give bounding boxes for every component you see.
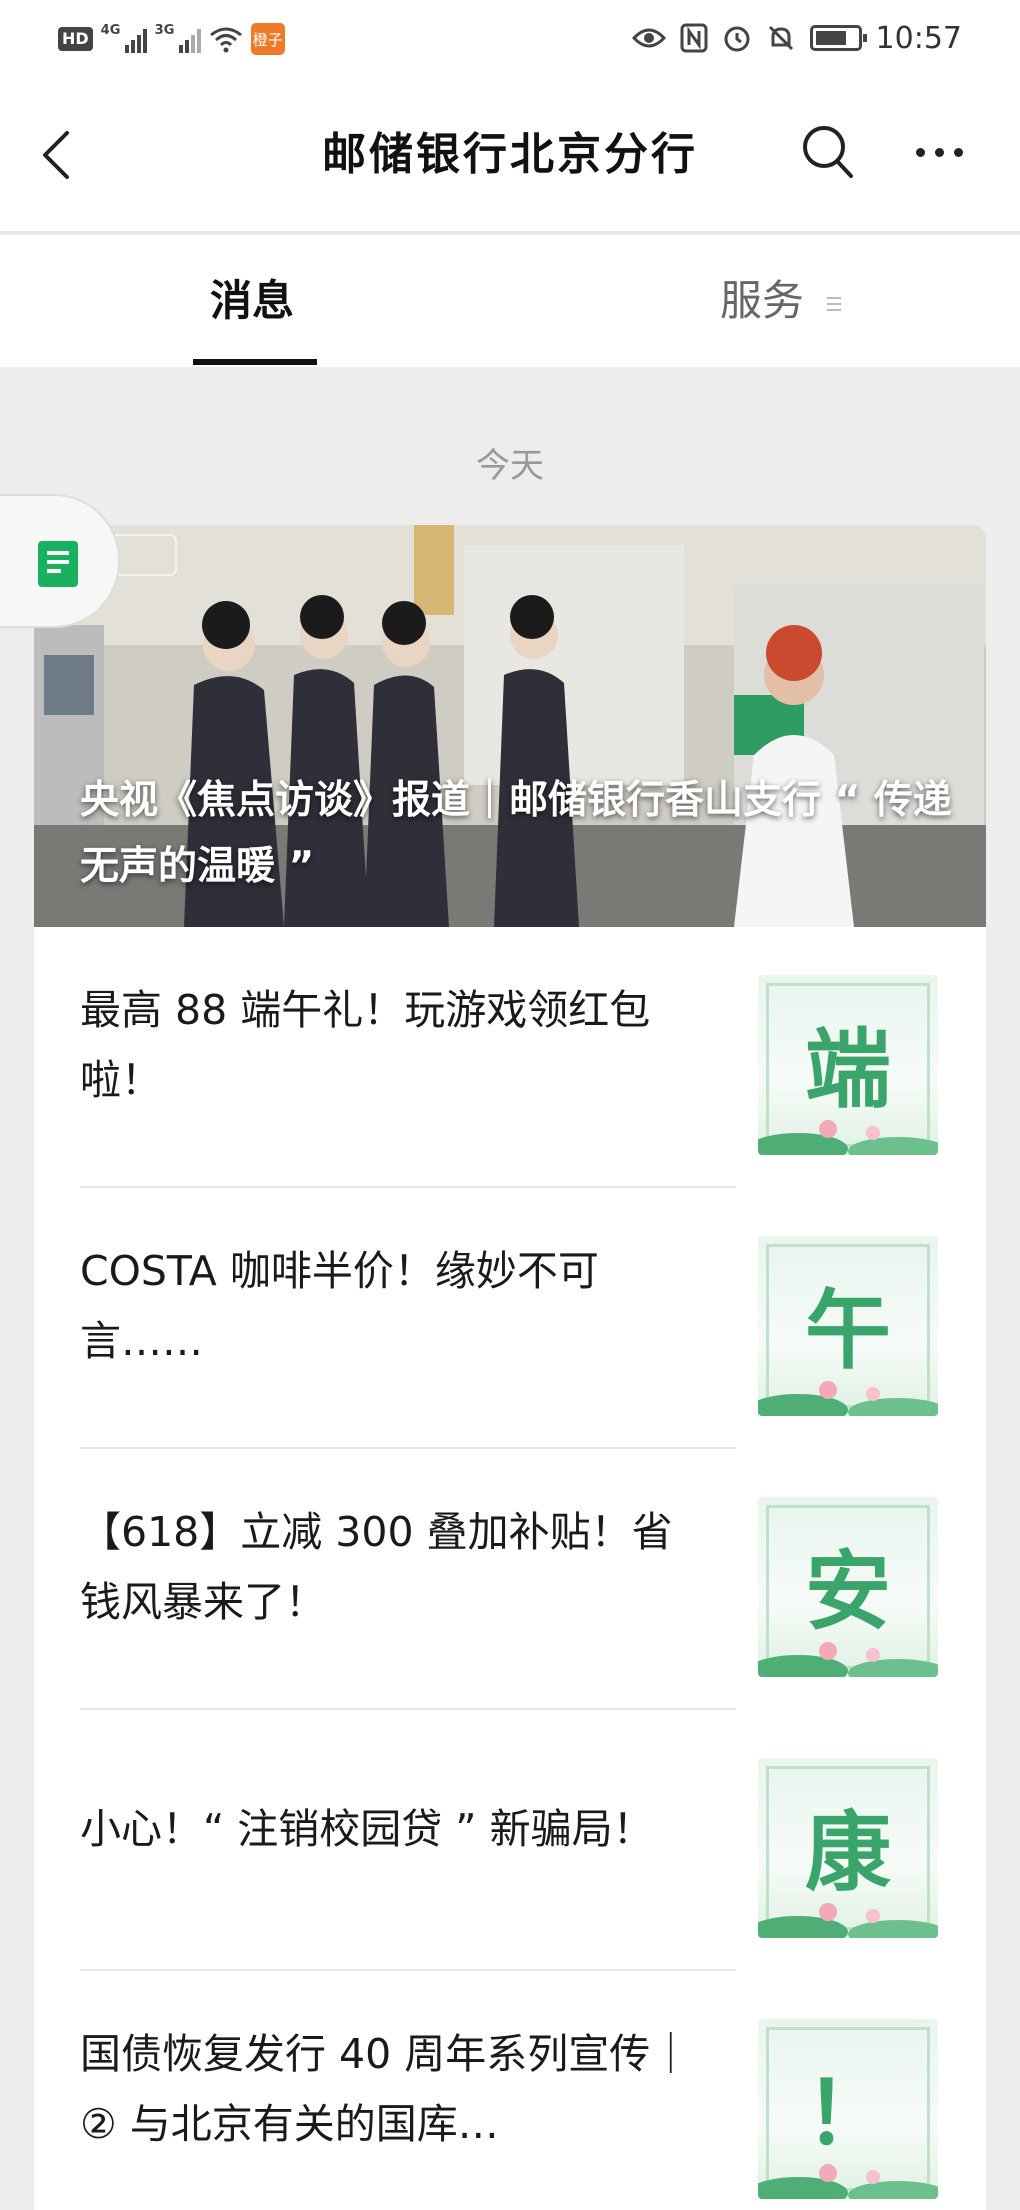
signal-icon-2: 3G	[154, 23, 201, 53]
wifi-icon	[209, 27, 242, 53]
more-dots-icon	[915, 147, 925, 157]
mute-bell-icon	[768, 25, 793, 51]
tab-active-indicator	[193, 359, 317, 365]
document-icon	[38, 541, 78, 587]
clock-time: 10:57	[875, 20, 962, 56]
app-notification-badge: 橙子	[250, 23, 285, 55]
article-item[interactable]: 最高 88 端午礼！玩游戏领红包啦！ 端	[80, 927, 980, 1188]
lotus-leaf-decoration	[758, 1381, 938, 1416]
article-thumbnail: 安	[758, 1497, 938, 1677]
article-thumbnail: 康	[758, 1758, 938, 1938]
nfc-icon	[680, 23, 708, 53]
article-item[interactable]: COSTA 咖啡半价！缘妙不可言…… 午	[80, 1188, 980, 1449]
network-type-2: 3G	[154, 23, 175, 38]
status-bar: HD 4G 3G 橙子 10:57	[0, 0, 1020, 80]
eye-icon	[631, 28, 666, 48]
article-thumbnail: ！	[758, 2019, 938, 2199]
hd-badge: HD	[58, 27, 93, 51]
network-type-1: 4G	[100, 23, 121, 38]
tab-bar: 消息 服务	[0, 235, 1020, 367]
nav-bar: 邮储银行北京分行	[0, 80, 1020, 233]
more-button[interactable]	[904, 116, 974, 188]
article-item[interactable]: 【618】立减 300 叠加补贴！省钱风暴来了！ 安	[80, 1449, 980, 1710]
tab-services[interactable]: 服务	[720, 267, 842, 328]
status-left: HD 4G 3G 橙子	[58, 20, 285, 58]
article-title: 国债恢复发行 40 周年系列宣传｜② 与北京有关的国库…	[80, 2030, 692, 2148]
hero-article[interactable]: 央视《焦点访谈》报道｜邮储银行香山支行 “ 传递无声的温暖 ”	[34, 525, 986, 927]
article-title: 小心！“ 注销校园贷 ” 新骗局！	[80, 1805, 654, 1853]
battery-icon	[809, 25, 867, 51]
status-right: 10:57	[631, 18, 962, 58]
article-card: 央视《焦点访谈》报道｜邮储银行香山支行 “ 传递无声的温暖 ” 最高 88 端午…	[34, 525, 986, 2210]
search-button[interactable]	[796, 116, 860, 188]
tab-services-label: 服务	[720, 276, 805, 325]
article-title: 最高 88 端午礼！玩游戏领红包啦！	[80, 986, 651, 1104]
lotus-leaf-decoration	[758, 1642, 938, 1677]
date-separator: 今天	[476, 446, 544, 486]
lotus-leaf-decoration	[758, 1903, 938, 1938]
signal-icon-1: 4G	[100, 23, 147, 53]
page-title: 邮储银行北京分行	[322, 129, 698, 180]
search-icon	[803, 126, 853, 178]
tab-messages[interactable]: 消息	[210, 267, 294, 328]
article-thumbnail: 端	[758, 975, 938, 1155]
alarm-icon	[724, 26, 750, 52]
article-title: 【618】立减 300 叠加补贴！省钱风暴来了！	[80, 1508, 673, 1626]
lotus-leaf-decoration	[758, 2164, 938, 2199]
hero-title: 央视《焦点访谈》报道｜邮储银行香山支行 “ 传递无声的温暖 ”	[80, 778, 952, 889]
article-item[interactable]: 国债恢复发行 40 周年系列宣传｜② 与北京有关的国库… ！	[80, 1971, 980, 2210]
menu-lines-icon	[827, 293, 842, 315]
article-title: COSTA 咖啡半价！缘妙不可言……	[80, 1247, 599, 1365]
lotus-leaf-decoration	[758, 1120, 938, 1155]
article-thumbnail: 午	[758, 1236, 938, 1416]
article-item[interactable]: 小心！“ 注销校园贷 ” 新骗局！ 康	[80, 1710, 980, 1971]
